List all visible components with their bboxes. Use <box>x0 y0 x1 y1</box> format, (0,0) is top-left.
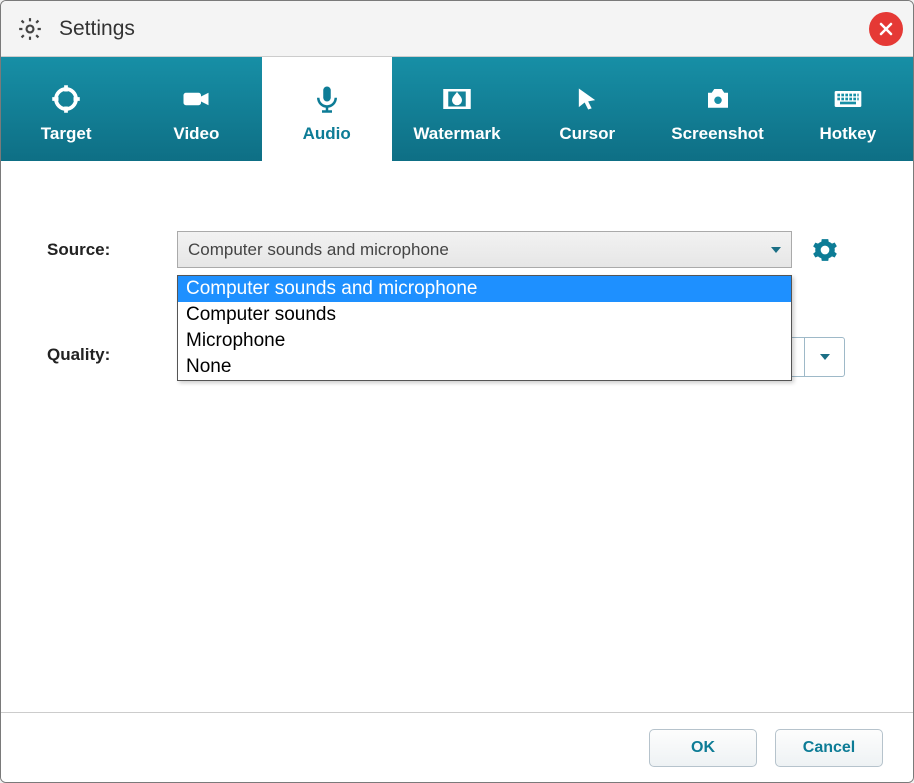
tab-watermark[interactable]: Watermark <box>392 57 522 161</box>
tab-bar: Target Video Audio <box>1 57 913 161</box>
tab-label: Cursor <box>559 124 615 144</box>
video-icon <box>179 82 213 116</box>
target-icon <box>49 82 83 116</box>
gear-icon <box>15 14 45 44</box>
keyboard-icon <box>831 82 865 116</box>
cursor-icon <box>570 82 604 116</box>
tab-label: Screenshot <box>671 124 764 144</box>
close-button[interactable] <box>869 12 903 46</box>
source-option[interactable]: None <box>178 354 791 380</box>
tab-label: Target <box>41 124 92 144</box>
source-dropdown[interactable]: Computer sounds and microphone <box>177 231 792 268</box>
chevron-down-icon <box>771 247 781 253</box>
tab-target[interactable]: Target <box>1 57 131 161</box>
chevron-down-icon <box>804 338 844 376</box>
source-option[interactable]: Microphone <box>178 328 791 354</box>
window-title: Settings <box>59 17 135 41</box>
source-dropdown-list: Computer sounds and microphone Computer … <box>177 275 792 381</box>
camera-icon <box>701 82 735 116</box>
settings-window: Settings Target Video <box>0 0 914 783</box>
watermark-icon <box>440 82 474 116</box>
tab-label: Watermark <box>413 124 500 144</box>
quality-label: Quality: <box>47 345 110 365</box>
source-settings-button[interactable] <box>810 235 840 265</box>
dialog-footer: OK Cancel <box>1 712 913 782</box>
tab-hotkey[interactable]: Hotkey <box>783 57 913 161</box>
tab-cursor[interactable]: Cursor <box>522 57 652 161</box>
source-row: Source: Computer sounds and microphone <box>47 231 883 268</box>
tab-label: Hotkey <box>819 124 876 144</box>
titlebar: Settings <box>1 1 913 57</box>
cancel-button[interactable]: Cancel <box>775 729 883 767</box>
tab-video[interactable]: Video <box>131 57 261 161</box>
microphone-icon <box>310 82 344 116</box>
source-dropdown-value: Computer sounds and microphone <box>188 240 449 260</box>
tab-audio[interactable]: Audio <box>262 57 392 161</box>
tab-label: Audio <box>303 124 351 144</box>
ok-button[interactable]: OK <box>649 729 757 767</box>
source-option[interactable]: Computer sounds <box>178 302 791 328</box>
source-label: Source: <box>47 240 177 260</box>
source-option[interactable]: Computer sounds and microphone <box>178 276 791 302</box>
tab-screenshot[interactable]: Screenshot <box>652 57 782 161</box>
audio-panel: Source: Computer sounds and microphone Q… <box>1 161 913 712</box>
tab-label: Video <box>173 124 219 144</box>
